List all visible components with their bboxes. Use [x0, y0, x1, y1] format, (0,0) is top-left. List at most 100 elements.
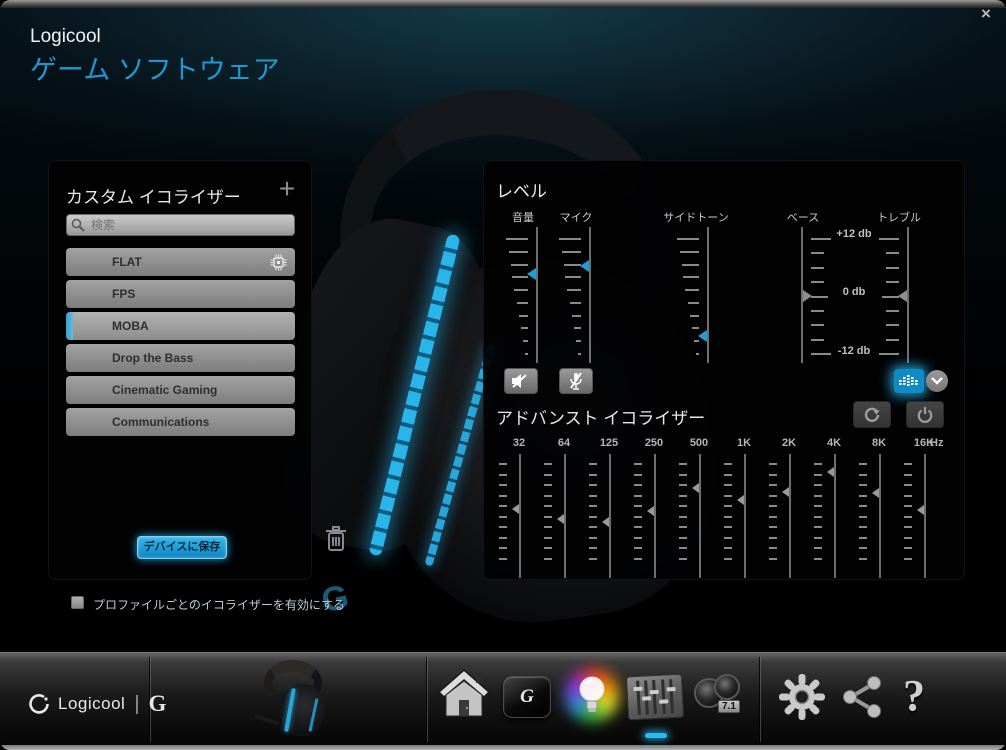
preset-item-moba[interactable]: MOBA	[66, 312, 295, 340]
band-500-handle[interactable]	[692, 482, 699, 493]
band-2K-track[interactable]	[789, 454, 791, 578]
reset-equalizer-button[interactable]	[853, 401, 891, 428]
volume-tick	[523, 340, 528, 343]
band-125-handle[interactable]	[602, 516, 609, 527]
band-500-track[interactable]	[699, 454, 701, 578]
db-label-0: +12 db	[836, 228, 872, 240]
mic-mute-button[interactable]	[559, 368, 593, 394]
speaker-mute-button[interactable]	[504, 368, 538, 394]
band-16K-handle[interactable]	[917, 504, 924, 515]
band-250-track[interactable]	[654, 454, 656, 578]
power-equalizer-button[interactable]	[906, 401, 944, 428]
sidetone-slider-handle[interactable]	[698, 329, 707, 342]
band-32-track[interactable]	[519, 454, 521, 578]
band-tick	[859, 494, 867, 497]
band-1K-track[interactable]	[744, 454, 746, 578]
settings-button[interactable]	[779, 674, 825, 725]
volume-slider-track[interactable]	[536, 227, 538, 363]
band-250-handle[interactable]	[647, 506, 654, 517]
tab-surround[interactable]: 7.1	[692, 672, 744, 720]
power-icon	[917, 406, 933, 423]
band-16K-track[interactable]	[924, 454, 926, 578]
levels-title: レベル	[496, 182, 547, 201]
logo-divider: |	[134, 692, 140, 715]
sidetone-tick	[696, 353, 699, 355]
logicool-g-logo: Logicool | G	[28, 691, 166, 717]
close-button[interactable]: ×	[975, 4, 997, 24]
band-tick	[859, 505, 867, 508]
freq-label-32: 32	[512, 437, 526, 449]
band-8K-handle[interactable]	[872, 488, 879, 499]
collapse-levels-button[interactable]	[926, 370, 948, 392]
band-tick	[634, 484, 642, 487]
preset-item-flat[interactable]: FLAT	[66, 248, 295, 276]
treble-tick	[886, 309, 899, 312]
bass-slider-handle[interactable]	[803, 289, 812, 302]
band-64-handle[interactable]	[557, 514, 564, 525]
band-125-track[interactable]	[609, 454, 611, 578]
band-4K-handle[interactable]	[827, 466, 834, 477]
tab-lighting[interactable]	[565, 668, 619, 722]
band-tick	[634, 515, 642, 518]
app-window: × Logicool ゲーム ソフトウェア G カスタム イコライザー + FL…	[0, 0, 1006, 750]
treble-tick	[886, 281, 899, 284]
mic-slider-track[interactable]	[589, 227, 591, 363]
treble-slider-track[interactable]	[907, 227, 909, 363]
band-tick	[499, 536, 507, 539]
volume-slider-handle[interactable]	[527, 267, 536, 280]
profile-equalizer-checkbox[interactable]	[71, 596, 84, 609]
band-tick	[679, 494, 687, 497]
preset-item-drop-the-bass[interactable]: Drop the Bass	[66, 344, 295, 372]
mic-tick	[572, 314, 581, 317]
band-tick	[904, 515, 912, 518]
band-tick	[769, 547, 777, 550]
tab-equalizer[interactable]	[625, 673, 685, 721]
device-thumbnail[interactable]	[246, 658, 341, 740]
band-2K-handle[interactable]	[782, 487, 789, 498]
bass-tick	[811, 266, 824, 269]
band-tick	[634, 547, 642, 550]
preset-item-cinematic-gaming[interactable]: Cinematic Gaming	[66, 376, 295, 404]
save-to-device-button[interactable]: デバイスに保存	[137, 536, 227, 559]
band-1K-handle[interactable]	[737, 495, 744, 506]
chevron-down-icon	[931, 377, 943, 385]
band-4K-track[interactable]	[834, 454, 836, 578]
band-32-handle[interactable]	[512, 503, 519, 514]
freq-label-1K: 1K	[736, 437, 752, 449]
equalizer-toggle-button[interactable]	[894, 369, 924, 393]
sidetone-tick	[677, 238, 699, 240]
window-bottom-bezel	[0, 745, 1006, 750]
band-tick	[634, 505, 642, 508]
tab-home[interactable]	[437, 668, 491, 723]
db-label-2: -12 db	[837, 345, 871, 357]
search-input[interactable]	[66, 214, 295, 236]
band-tick	[499, 547, 507, 550]
sidetone-slider-track[interactable]	[707, 227, 709, 363]
band-tick	[499, 505, 507, 508]
band-tick	[589, 536, 597, 539]
custom-equalizer-title: カスタム イコライザー	[66, 188, 241, 207]
mic-slider-handle[interactable]	[580, 259, 589, 272]
sidetone-tick	[688, 301, 699, 304]
share-icon	[843, 676, 881, 718]
selected-indicator	[66, 312, 73, 340]
volume-tick	[512, 276, 528, 279]
freq-label-8K: 8K	[871, 437, 887, 449]
treble-slider-handle[interactable]	[898, 289, 907, 302]
band-tick	[634, 558, 642, 560]
mic-tick	[562, 250, 581, 253]
tab-g-keys[interactable]: G	[503, 676, 551, 718]
band-tick	[859, 484, 867, 487]
band-8K-track[interactable]	[879, 454, 881, 578]
band-tick	[814, 494, 822, 497]
band-tick	[544, 515, 552, 518]
band-tick	[544, 526, 552, 529]
help-button[interactable]: ?	[903, 670, 925, 721]
preset-item-fps[interactable]: FPS	[66, 280, 295, 308]
preset-item-communications[interactable]: Communications	[66, 408, 295, 436]
band-tick	[814, 505, 822, 508]
share-button[interactable]	[842, 676, 882, 723]
add-preset-button[interactable]: +	[273, 175, 301, 203]
band-64-track[interactable]	[564, 454, 566, 578]
band-tick	[499, 494, 507, 497]
